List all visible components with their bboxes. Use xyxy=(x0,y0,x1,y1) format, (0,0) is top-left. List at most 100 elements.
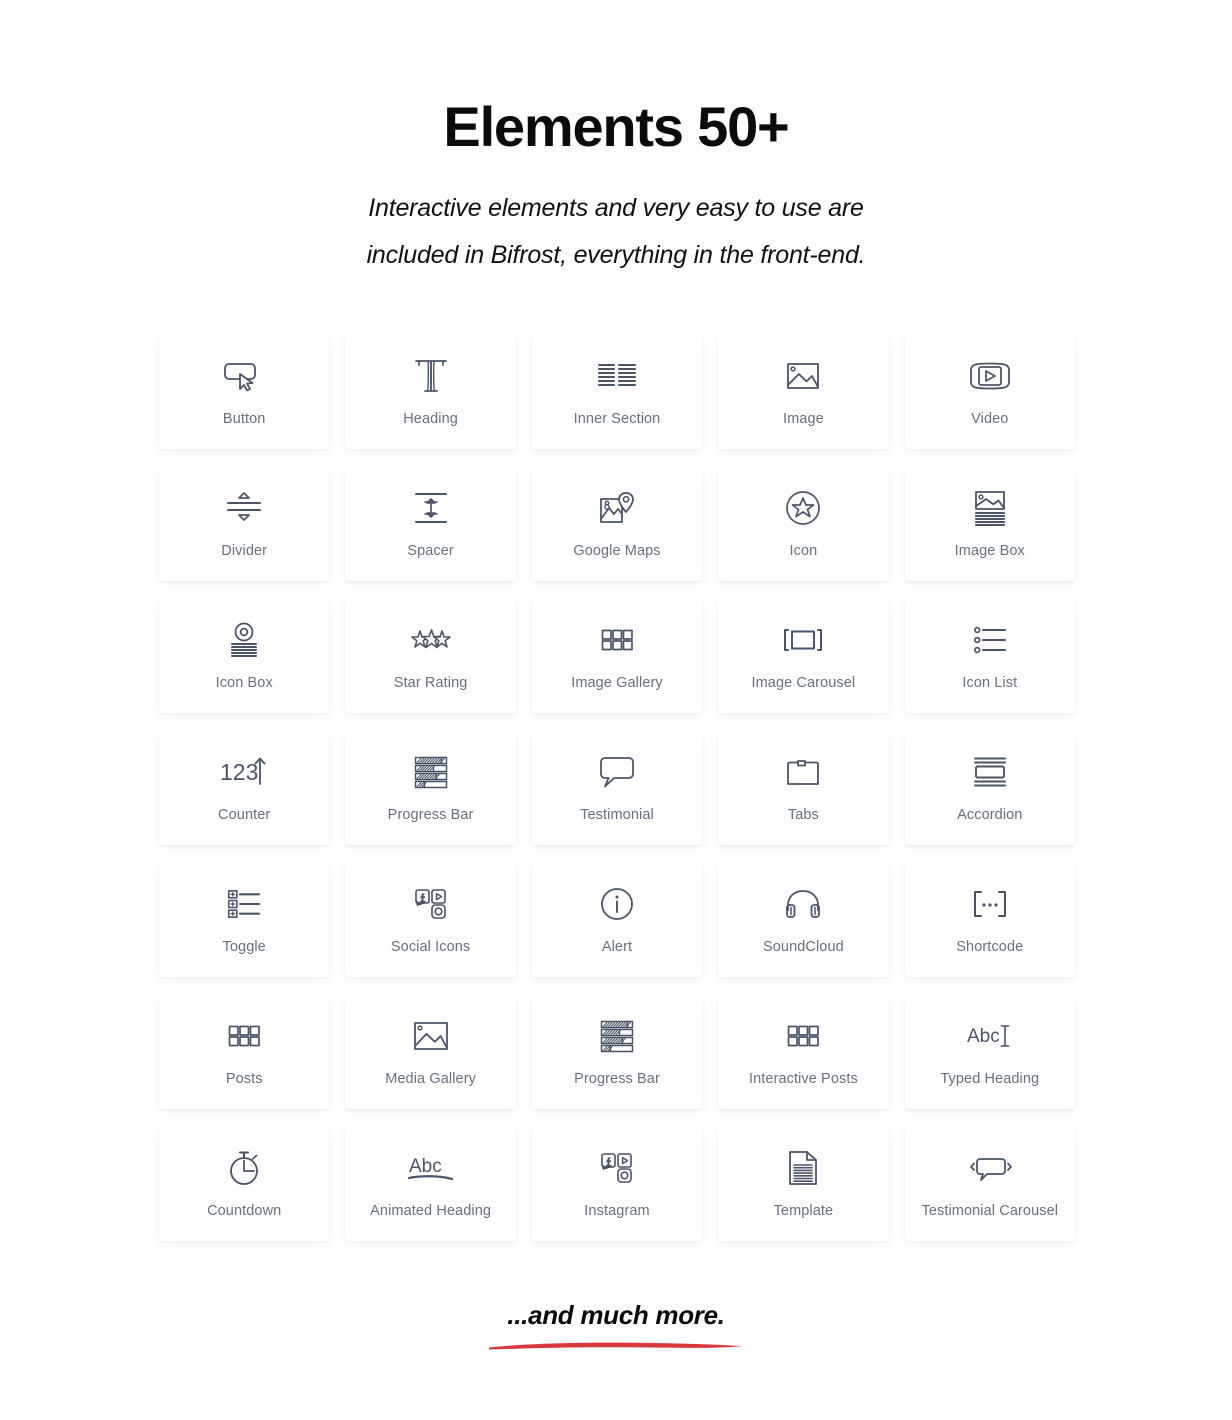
element-card[interactable]: Divider xyxy=(159,465,330,581)
element-card[interactable]: Icon Box xyxy=(159,597,330,713)
image-icon xyxy=(787,353,820,399)
element-card[interactable]: Toggle xyxy=(159,861,330,977)
element-card[interactable]: Abc Typed Heading xyxy=(904,993,1075,1109)
element-card[interactable]: Progress Bar xyxy=(531,993,703,1109)
stopwatch-icon xyxy=(228,1145,260,1191)
element-card[interactable]: Interactive Posts xyxy=(718,993,889,1109)
social-icons-icon xyxy=(414,881,447,927)
icon-list-icon xyxy=(973,617,1006,663)
element-card-label: Interactive Posts xyxy=(748,1071,858,1088)
element-card-label: Heading xyxy=(403,411,458,428)
element-card-label: Progress Bar xyxy=(387,807,474,824)
element-card[interactable]: Posts xyxy=(159,993,330,1109)
animated-heading-abc-icon: Abc xyxy=(407,1145,454,1191)
element-card[interactable]: Button xyxy=(159,333,330,449)
element-card-label: Typed Heading xyxy=(940,1071,1040,1088)
element-card[interactable]: SoundCloud xyxy=(718,861,889,977)
element-card-label: Counter xyxy=(218,807,271,824)
element-card-label: Testimonial Carousel xyxy=(921,1203,1059,1220)
element-card-label: Inner Section xyxy=(573,411,661,428)
element-card[interactable]: Testimonial xyxy=(531,729,703,845)
element-card-label: Icon List xyxy=(962,675,1018,692)
element-card[interactable]: Image xyxy=(718,333,889,449)
element-card-label: Icon Box xyxy=(215,675,273,692)
element-card[interactable]: Image Box xyxy=(904,465,1075,581)
element-card-label: Icon xyxy=(789,543,818,560)
element-card[interactable]: Spacer xyxy=(345,465,516,581)
shortcode-brackets-icon xyxy=(971,881,1009,927)
element-card-label: Animated Heading xyxy=(370,1203,492,1220)
page-subtitle: Interactive elements and very easy to us… xyxy=(0,185,1232,280)
divider-icon xyxy=(227,485,262,531)
element-card[interactable]: Testimonial Carousel xyxy=(904,1125,1075,1241)
element-card-label: Image Carousel xyxy=(751,675,856,692)
element-card[interactable]: Instagram xyxy=(531,1125,703,1241)
element-card-label: Google Maps xyxy=(573,543,661,560)
element-card[interactable]: Alert xyxy=(531,861,703,977)
svg-text:Abc: Abc xyxy=(967,1026,1000,1047)
footer-text: ...and much more. xyxy=(507,1300,725,1330)
counter-123-arrow-icon: 123 xyxy=(220,749,268,795)
subtitle-line-2: included in Bifrost, everything in the f… xyxy=(366,241,866,270)
svg-text:123: 123 xyxy=(220,759,258,785)
element-card[interactable]: Icon xyxy=(718,465,889,581)
element-card-label: Template xyxy=(773,1203,834,1220)
element-card-label: Tabs xyxy=(787,807,819,824)
element-card[interactable]: Progress Bar xyxy=(345,729,516,845)
button-cursor-icon xyxy=(224,353,264,399)
element-card[interactable]: Media Gallery xyxy=(345,993,516,1109)
element-card[interactable]: Heading xyxy=(345,333,516,449)
speech-bubble-icon xyxy=(600,749,634,795)
image-box-icon xyxy=(974,485,1005,531)
info-circle-icon xyxy=(601,881,633,927)
instagram-social-icon xyxy=(600,1145,633,1191)
accordion-icon xyxy=(973,749,1006,795)
element-card[interactable]: Accordion xyxy=(904,729,1075,845)
element-card[interactable]: Abc Animated Heading xyxy=(345,1125,516,1241)
element-card-label: Divider xyxy=(221,543,268,560)
elements-showcase-page: Elements 50+ Interactive elements and ve… xyxy=(0,0,1232,1420)
posts-grid-icon xyxy=(228,1013,261,1059)
element-card[interactable]: 123 Counter xyxy=(159,729,330,845)
element-card[interactable]: Image Gallery xyxy=(531,597,703,713)
element-card[interactable]: Star Rating xyxy=(345,597,516,713)
element-card[interactable]: Template xyxy=(718,1125,889,1241)
progress-bar-icon xyxy=(600,1013,634,1059)
page-footer: ...and much more. xyxy=(0,1300,1232,1353)
element-card-label: Video xyxy=(971,411,1009,428)
element-card[interactable]: Image Carousel xyxy=(718,597,889,713)
element-card-label: Media Gallery xyxy=(385,1071,476,1088)
element-card-label: Countdown xyxy=(207,1203,282,1220)
element-card[interactable]: Icon List xyxy=(904,597,1075,713)
interactive-posts-grid-icon xyxy=(788,1013,820,1059)
element-card[interactable]: Inner Section xyxy=(531,333,703,449)
element-card-label: Shortcode xyxy=(956,939,1024,956)
element-card[interactable]: Google Maps xyxy=(531,465,703,581)
toggle-list-icon xyxy=(228,881,261,927)
element-card-label: Progress Bar xyxy=(574,1071,660,1088)
page-title: Elements 50+ xyxy=(443,95,789,158)
video-play-icon xyxy=(969,353,1010,399)
element-card-label: Social Icons xyxy=(390,939,471,956)
element-card-label: Star Rating xyxy=(393,675,468,692)
element-card[interactable]: Countdown xyxy=(159,1125,330,1241)
elements-grid-container: Button Heading Inner Section Image Video Divi… xyxy=(159,333,1075,1241)
element-card-label: Image xyxy=(782,411,824,428)
headphones-icon xyxy=(786,881,821,927)
page-header: Elements 50+ Interactive elements and ve… xyxy=(0,0,1232,280)
svg-text:Abc: Abc xyxy=(409,1156,442,1177)
element-card[interactable]: Video xyxy=(904,333,1075,449)
image-carousel-icon xyxy=(784,617,823,663)
progress-bar-icon xyxy=(414,749,447,795)
star-rating-icon xyxy=(410,617,451,663)
element-card[interactable]: Shortcode xyxy=(904,861,1075,977)
element-card[interactable]: Social Icons xyxy=(345,861,516,977)
element-card[interactable]: Tabs xyxy=(718,729,889,845)
media-gallery-image-icon xyxy=(413,1013,448,1059)
star-circle-icon xyxy=(786,485,821,531)
testimonial-carousel-icon xyxy=(969,1145,1012,1191)
underline-container xyxy=(0,1337,1232,1353)
elements-grid: Button Heading Inner Section Image Video Divi… xyxy=(159,333,1075,1241)
element-card-label: Alert xyxy=(601,939,633,956)
element-card-label: Toggle xyxy=(222,939,266,956)
